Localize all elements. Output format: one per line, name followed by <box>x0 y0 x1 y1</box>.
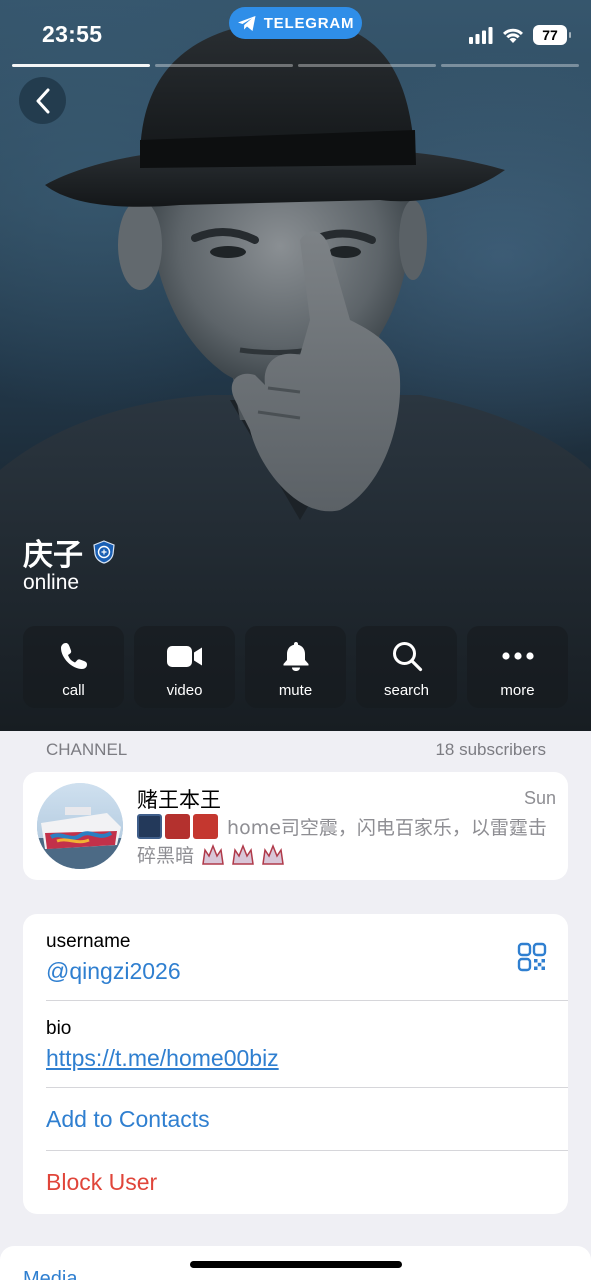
username-row[interactable]: username @qingzi2026 <box>23 914 568 1001</box>
telegram-plane-icon <box>237 15 256 31</box>
story-bar <box>12 64 150 67</box>
phone-icon <box>60 643 87 669</box>
emoji-icon <box>262 843 284 865</box>
preview-thumbnail <box>193 814 218 839</box>
search-label: search <box>383 682 430 699</box>
channel-subscriber-count: 18 subscribers <box>435 740 546 759</box>
preview-thumbnail <box>137 814 162 839</box>
qr-code-icon[interactable] <box>517 942 547 972</box>
channel-card[interactable]: 赌王本王 Sun home司空震，闪电百家乐，以雷霆击碎黑暗 <box>23 772 568 880</box>
video-label: video <box>166 682 203 699</box>
preview-thumbnail <box>165 814 190 839</box>
story-bar <box>155 64 293 67</box>
media-tab[interactable]: Media <box>23 1268 77 1280</box>
channel-preview: home司空震，闪电百家乐，以雷霆击碎黑暗 <box>137 814 557 870</box>
more-button[interactable]: more <box>467 626 568 708</box>
channel-section-title: CHANNEL <box>46 740 128 759</box>
chelsea-badge-icon[interactable] <box>93 540 115 564</box>
username-value[interactable]: @qingzi2026 <box>46 958 181 985</box>
status-time: 23:55 <box>42 21 103 47</box>
bio-label: bio <box>46 1018 72 1039</box>
battery-icon: 77 <box>533 25 571 45</box>
call-label: call <box>62 682 85 699</box>
channel-title: 赌王本王 <box>137 788 221 812</box>
bio-row: bio https://t.me/home00biz <box>23 1001 568 1088</box>
video-camera-icon <box>166 646 202 667</box>
signal-icon <box>469 26 493 44</box>
add-to-contacts-button[interactable]: Add to Contacts <box>46 1106 210 1133</box>
bio-link[interactable]: https://t.me/home00biz <box>46 1045 279 1072</box>
channel-section-header: CHANNEL 18 subscribers <box>46 740 546 760</box>
emoji-icon <box>202 843 224 865</box>
mute-label: mute <box>278 682 313 699</box>
search-button[interactable]: search <box>356 626 457 708</box>
channel-date: Sun <box>523 788 556 808</box>
back-button[interactable] <box>19 77 66 124</box>
block-user-button[interactable]: Block User <box>46 1169 157 1196</box>
search-icon <box>392 642 422 672</box>
home-indicator[interactable] <box>190 1261 402 1268</box>
profile-name-row: 庆子 <box>23 530 115 574</box>
wifi-icon <box>503 28 523 43</box>
channel-avatar <box>37 783 123 869</box>
profile-actions: call video mute search more <box>23 626 568 708</box>
mute-button[interactable]: mute <box>245 626 346 708</box>
status-bar: 23:55 TELEGRAM 77 <box>0 0 591 62</box>
add-to-contacts-row[interactable]: Add to Contacts <box>23 1088 568 1151</box>
profile-info-card: username @qingzi2026 bio https://t.me/ho… <box>23 914 568 1214</box>
telegram-app-pill[interactable]: TELEGRAM <box>229 7 362 39</box>
battery-level: 77 <box>542 27 558 43</box>
emoji-icon <box>232 843 254 865</box>
block-user-row[interactable]: Block User <box>23 1151 568 1214</box>
more-label: more <box>500 682 535 699</box>
profile-hero: 23:55 TELEGRAM 77 庆子 online call video m… <box>0 0 591 731</box>
bell-icon <box>283 642 308 671</box>
more-dots-icon <box>501 652 534 660</box>
profile-photo <box>0 19 591 731</box>
username-label: username <box>46 931 131 952</box>
status-icons: 77 <box>469 25 571 45</box>
story-bar <box>298 64 436 67</box>
story-bar <box>441 64 579 67</box>
video-button[interactable]: video <box>134 626 235 708</box>
profile-name: 庆子 <box>23 538 83 573</box>
telegram-pill-label: TELEGRAM <box>263 14 355 32</box>
call-button[interactable]: call <box>23 626 124 708</box>
profile-status: online <box>23 571 80 594</box>
chevron-left-icon <box>36 88 49 113</box>
story-progress-bars <box>12 64 579 67</box>
